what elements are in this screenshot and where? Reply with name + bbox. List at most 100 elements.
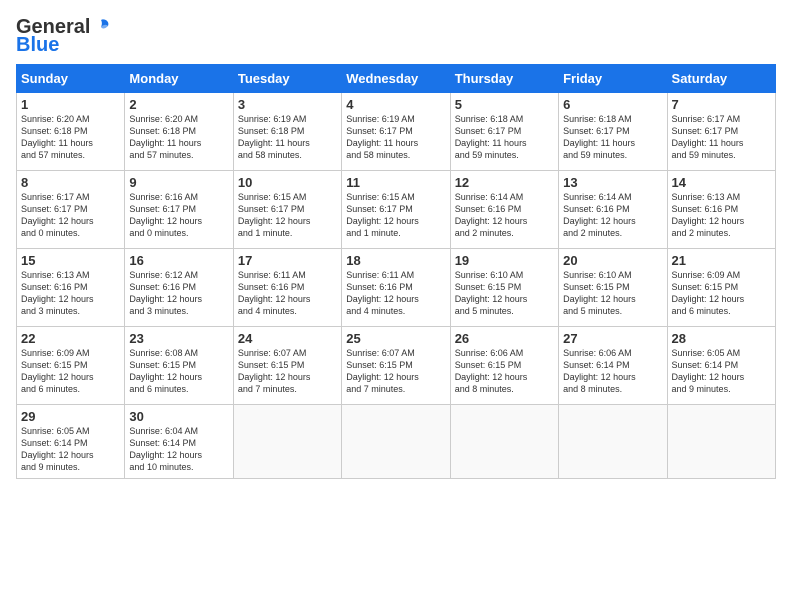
day-number: 14 — [672, 175, 771, 190]
calendar-cell: 16Sunrise: 6:12 AM Sunset: 6:16 PM Dayli… — [125, 249, 233, 327]
day-number: 3 — [238, 97, 337, 112]
day-number: 18 — [346, 253, 445, 268]
day-info: Sunrise: 6:04 AM Sunset: 6:14 PM Dayligh… — [129, 425, 228, 474]
calendar-cell: 4Sunrise: 6:19 AM Sunset: 6:17 PM Daylig… — [342, 93, 450, 171]
week-row-1: 8Sunrise: 6:17 AM Sunset: 6:17 PM Daylig… — [17, 171, 776, 249]
header: General Blue — [16, 16, 776, 56]
day-number: 4 — [346, 97, 445, 112]
day-info: Sunrise: 6:11 AM Sunset: 6:16 PM Dayligh… — [238, 269, 337, 318]
day-info: Sunrise: 6:18 AM Sunset: 6:17 PM Dayligh… — [563, 113, 662, 162]
day-number: 6 — [563, 97, 662, 112]
calendar-cell: 24Sunrise: 6:07 AM Sunset: 6:15 PM Dayli… — [233, 327, 341, 405]
calendar-cell: 27Sunrise: 6:06 AM Sunset: 6:14 PM Dayli… — [559, 327, 667, 405]
col-header-sunday: Sunday — [17, 65, 125, 93]
logo-blue: Blue — [16, 34, 112, 56]
day-number: 20 — [563, 253, 662, 268]
day-number: 23 — [129, 331, 228, 346]
logo: General Blue — [16, 16, 112, 56]
day-info: Sunrise: 6:14 AM Sunset: 6:16 PM Dayligh… — [455, 191, 554, 240]
calendar-cell: 8Sunrise: 6:17 AM Sunset: 6:17 PM Daylig… — [17, 171, 125, 249]
day-info: Sunrise: 6:17 AM Sunset: 6:17 PM Dayligh… — [21, 191, 120, 240]
day-number: 25 — [346, 331, 445, 346]
day-info: Sunrise: 6:11 AM Sunset: 6:16 PM Dayligh… — [346, 269, 445, 318]
day-number: 28 — [672, 331, 771, 346]
calendar-cell: 15Sunrise: 6:13 AM Sunset: 6:16 PM Dayli… — [17, 249, 125, 327]
day-number: 26 — [455, 331, 554, 346]
day-info: Sunrise: 6:05 AM Sunset: 6:14 PM Dayligh… — [672, 347, 771, 396]
day-info: Sunrise: 6:10 AM Sunset: 6:15 PM Dayligh… — [455, 269, 554, 318]
day-number: 15 — [21, 253, 120, 268]
day-info: Sunrise: 6:16 AM Sunset: 6:17 PM Dayligh… — [129, 191, 228, 240]
calendar-cell: 23Sunrise: 6:08 AM Sunset: 6:15 PM Dayli… — [125, 327, 233, 405]
day-info: Sunrise: 6:09 AM Sunset: 6:15 PM Dayligh… — [21, 347, 120, 396]
header-row: SundayMondayTuesdayWednesdayThursdayFrid… — [17, 65, 776, 93]
day-number: 17 — [238, 253, 337, 268]
col-header-thursday: Thursday — [450, 65, 558, 93]
calendar-cell: 9Sunrise: 6:16 AM Sunset: 6:17 PM Daylig… — [125, 171, 233, 249]
day-info: Sunrise: 6:14 AM Sunset: 6:16 PM Dayligh… — [563, 191, 662, 240]
calendar-cell: 25Sunrise: 6:07 AM Sunset: 6:15 PM Dayli… — [342, 327, 450, 405]
calendar-cell: 1Sunrise: 6:20 AM Sunset: 6:18 PM Daylig… — [17, 93, 125, 171]
col-header-tuesday: Tuesday — [233, 65, 341, 93]
calendar-cell: 14Sunrise: 6:13 AM Sunset: 6:16 PM Dayli… — [667, 171, 775, 249]
calendar-cell: 12Sunrise: 6:14 AM Sunset: 6:16 PM Dayli… — [450, 171, 558, 249]
col-header-saturday: Saturday — [667, 65, 775, 93]
calendar-cell: 21Sunrise: 6:09 AM Sunset: 6:15 PM Dayli… — [667, 249, 775, 327]
calendar-table: SundayMondayTuesdayWednesdayThursdayFrid… — [16, 64, 776, 479]
day-number: 2 — [129, 97, 228, 112]
day-number: 12 — [455, 175, 554, 190]
calendar-cell: 22Sunrise: 6:09 AM Sunset: 6:15 PM Dayli… — [17, 327, 125, 405]
day-info: Sunrise: 6:18 AM Sunset: 6:17 PM Dayligh… — [455, 113, 554, 162]
day-number: 29 — [21, 409, 120, 424]
week-row-3: 22Sunrise: 6:09 AM Sunset: 6:15 PM Dayli… — [17, 327, 776, 405]
calendar-cell — [450, 405, 558, 479]
day-info: Sunrise: 6:19 AM Sunset: 6:17 PM Dayligh… — [346, 113, 445, 162]
day-info: Sunrise: 6:17 AM Sunset: 6:17 PM Dayligh… — [672, 113, 771, 162]
day-number: 27 — [563, 331, 662, 346]
calendar-cell: 20Sunrise: 6:10 AM Sunset: 6:15 PM Dayli… — [559, 249, 667, 327]
calendar-cell: 13Sunrise: 6:14 AM Sunset: 6:16 PM Dayli… — [559, 171, 667, 249]
calendar-cell: 17Sunrise: 6:11 AM Sunset: 6:16 PM Dayli… — [233, 249, 341, 327]
day-number: 9 — [129, 175, 228, 190]
day-info: Sunrise: 6:13 AM Sunset: 6:16 PM Dayligh… — [21, 269, 120, 318]
calendar-cell: 3Sunrise: 6:19 AM Sunset: 6:18 PM Daylig… — [233, 93, 341, 171]
day-number: 30 — [129, 409, 228, 424]
day-info: Sunrise: 6:09 AM Sunset: 6:15 PM Dayligh… — [672, 269, 771, 318]
col-header-friday: Friday — [559, 65, 667, 93]
day-info: Sunrise: 6:08 AM Sunset: 6:15 PM Dayligh… — [129, 347, 228, 396]
day-info: Sunrise: 6:10 AM Sunset: 6:15 PM Dayligh… — [563, 269, 662, 318]
calendar-cell: 28Sunrise: 6:05 AM Sunset: 6:14 PM Dayli… — [667, 327, 775, 405]
calendar-cell: 29Sunrise: 6:05 AM Sunset: 6:14 PM Dayli… — [17, 405, 125, 479]
day-number: 21 — [672, 253, 771, 268]
col-header-wednesday: Wednesday — [342, 65, 450, 93]
calendar-cell: 11Sunrise: 6:15 AM Sunset: 6:17 PM Dayli… — [342, 171, 450, 249]
calendar-cell: 26Sunrise: 6:06 AM Sunset: 6:15 PM Dayli… — [450, 327, 558, 405]
day-number: 24 — [238, 331, 337, 346]
day-number: 13 — [563, 175, 662, 190]
day-info: Sunrise: 6:06 AM Sunset: 6:15 PM Dayligh… — [455, 347, 554, 396]
calendar-cell — [342, 405, 450, 479]
calendar-cell — [667, 405, 775, 479]
day-info: Sunrise: 6:13 AM Sunset: 6:16 PM Dayligh… — [672, 191, 771, 240]
calendar-cell: 10Sunrise: 6:15 AM Sunset: 6:17 PM Dayli… — [233, 171, 341, 249]
day-info: Sunrise: 6:19 AM Sunset: 6:18 PM Dayligh… — [238, 113, 337, 162]
col-header-monday: Monday — [125, 65, 233, 93]
week-row-4: 29Sunrise: 6:05 AM Sunset: 6:14 PM Dayli… — [17, 405, 776, 479]
day-info: Sunrise: 6:20 AM Sunset: 6:18 PM Dayligh… — [129, 113, 228, 162]
day-number: 1 — [21, 97, 120, 112]
week-row-2: 15Sunrise: 6:13 AM Sunset: 6:16 PM Dayli… — [17, 249, 776, 327]
calendar-cell: 2Sunrise: 6:20 AM Sunset: 6:18 PM Daylig… — [125, 93, 233, 171]
day-info: Sunrise: 6:06 AM Sunset: 6:14 PM Dayligh… — [563, 347, 662, 396]
day-number: 11 — [346, 175, 445, 190]
calendar-cell — [233, 405, 341, 479]
day-info: Sunrise: 6:15 AM Sunset: 6:17 PM Dayligh… — [346, 191, 445, 240]
day-number: 5 — [455, 97, 554, 112]
day-number: 10 — [238, 175, 337, 190]
day-number: 8 — [21, 175, 120, 190]
day-info: Sunrise: 6:12 AM Sunset: 6:16 PM Dayligh… — [129, 269, 228, 318]
day-number: 22 — [21, 331, 120, 346]
calendar-cell: 19Sunrise: 6:10 AM Sunset: 6:15 PM Dayli… — [450, 249, 558, 327]
calendar-cell: 30Sunrise: 6:04 AM Sunset: 6:14 PM Dayli… — [125, 405, 233, 479]
calendar-cell — [559, 405, 667, 479]
day-number: 19 — [455, 253, 554, 268]
